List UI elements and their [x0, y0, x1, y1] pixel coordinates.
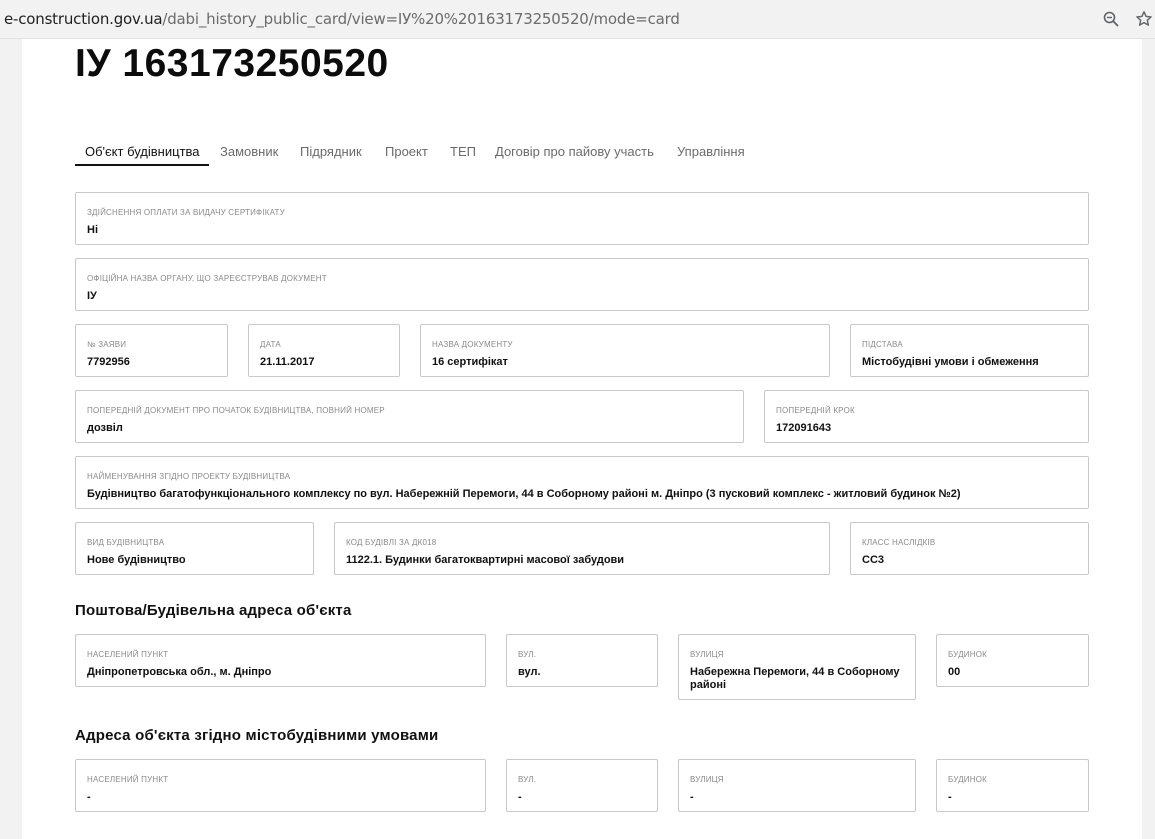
field-label: Назва документу: [432, 340, 513, 349]
tab-tep[interactable]: ТЕП: [450, 143, 476, 160]
field-document-name: Назва документу 16 сертифікат: [420, 324, 830, 377]
field-value: Містобудівні умови і обмеження: [862, 356, 1039, 368]
field-postal-building: Будинок 00: [936, 634, 1089, 687]
field-value: -: [518, 791, 522, 803]
field-value: дозвіл: [87, 422, 123, 434]
zoom-icon[interactable]: [1102, 10, 1120, 28]
field-basis: Підстава Містобудівні умови і обмеження: [850, 324, 1089, 377]
tab-shared-participation[interactable]: Договір про пайову участь: [495, 143, 654, 160]
field-planning-building: Будинок -: [936, 759, 1089, 812]
field-planning-street-type: Вул. -: [506, 759, 658, 812]
field-value: -: [690, 791, 694, 803]
main-card: ІУ 163173250520 Об'єкт будівництва Замов…: [22, 39, 1142, 839]
tab-object[interactable]: Об'єкт будівництва: [85, 143, 200, 160]
field-label: Будинок: [948, 775, 988, 784]
field-label: Підстава: [862, 340, 903, 349]
field-value: -: [87, 791, 91, 803]
field-value: 16 сертифікат: [432, 356, 508, 368]
tab-contractor[interactable]: Підрядник: [300, 143, 362, 160]
active-tab-indicator: [75, 164, 209, 166]
url-path: /dabi_history_public_card/view=ІУ%20%201…: [162, 10, 680, 28]
field-label: Офіційна назва органу, що зареєстрував д…: [87, 274, 327, 283]
field-label: Попередній крок: [776, 406, 855, 415]
tab-customer[interactable]: Замовник: [220, 143, 278, 160]
field-label: Вул.: [518, 775, 537, 784]
field-label: № заяви: [87, 340, 127, 349]
url-host: e-construction.gov.ua: [4, 10, 163, 28]
field-label: Найменування згідно проекту будівництва: [87, 472, 291, 481]
section-title-planning-address: Адреса об'єкта згідно містобудівними умо…: [75, 727, 439, 744]
field-value: Дніпропетровська обл., м. Дніпро: [87, 666, 272, 678]
field-value: Ні: [87, 224, 98, 236]
field-label: Вид будівництва: [87, 538, 165, 547]
field-label: Дата: [260, 340, 281, 349]
field-value: ІУ: [87, 290, 97, 302]
field-value: -: [948, 791, 952, 803]
field-consequence-class: Класс наслідків СС3: [850, 522, 1089, 575]
field-label: Населений пункт: [87, 650, 169, 659]
field-previous-document: Попередній документ про початок будівниц…: [75, 390, 744, 443]
field-label: Попередній документ про початок будівниц…: [87, 406, 385, 415]
field-payment: Здійснення оплати за видачу сертифікату …: [75, 192, 1089, 245]
browser-address-bar[interactable]: e-construction.gov.ua/dabi_history_publi…: [0, 0, 1155, 39]
field-value: 21.11.2017: [260, 356, 315, 368]
field-label: Вул.: [518, 650, 537, 659]
field-application-number: № заяви 7792956: [75, 324, 228, 377]
tab-project[interactable]: Проект: [385, 143, 428, 160]
field-previous-step: Попередній крок 172091643: [764, 390, 1089, 443]
field-value: Набережна Перемоги, 44 в Соборному район…: [690, 666, 900, 691]
field-postal-locality: Населений пункт Дніпропетровська обл., м…: [75, 634, 486, 687]
field-label: Вулиця: [690, 650, 724, 659]
field-building-code: Код будівлі за ДК018 1122.1. Будинки баг…: [334, 522, 830, 575]
field-project-name: Найменування згідно проекту будівництва …: [75, 456, 1089, 509]
field-postal-street: Вулиця Набережна Перемоги, 44 в Соборном…: [678, 634, 916, 700]
section-title-postal-address: Поштова/Будівельна адреса об'єкта: [75, 602, 352, 619]
field-label: Здійснення оплати за видачу сертифікату: [87, 208, 285, 217]
field-value: 1122.1. Будинки багатоквартирні масової …: [346, 554, 625, 566]
field-label: Населений пункт: [87, 775, 169, 784]
bookmark-star-icon[interactable]: [1135, 10, 1153, 28]
field-date: Дата 21.11.2017: [248, 324, 400, 377]
field-value: вул.: [518, 666, 541, 678]
field-construction-type: Вид будівництва Нове будівництво: [75, 522, 314, 575]
field-planning-locality: Населений пункт -: [75, 759, 486, 812]
page-title: ІУ 163173250520: [75, 42, 389, 85]
tab-management[interactable]: Управління: [677, 143, 745, 160]
field-value: 172091643: [776, 422, 832, 434]
field-value: Будівництво багатофункціонального компле…: [87, 488, 961, 500]
field-value: 00: [948, 666, 961, 678]
field-value: СС3: [862, 554, 885, 566]
field-authority: Офіційна назва органу, що зареєстрував д…: [75, 258, 1089, 311]
field-planning-street: Вулиця -: [678, 759, 916, 812]
field-value: Нове будівництво: [87, 554, 186, 566]
field-value: 7792956: [87, 356, 130, 368]
field-postal-street-type: Вул. вул.: [506, 634, 658, 687]
field-label: Код будівлі за ДК018: [346, 538, 437, 547]
field-label: Класс наслідків: [862, 538, 936, 547]
field-label: Будинок: [948, 650, 988, 659]
field-label: Вулиця: [690, 775, 724, 784]
url-text[interactable]: e-construction.gov.ua/dabi_history_publi…: [4, 10, 680, 28]
